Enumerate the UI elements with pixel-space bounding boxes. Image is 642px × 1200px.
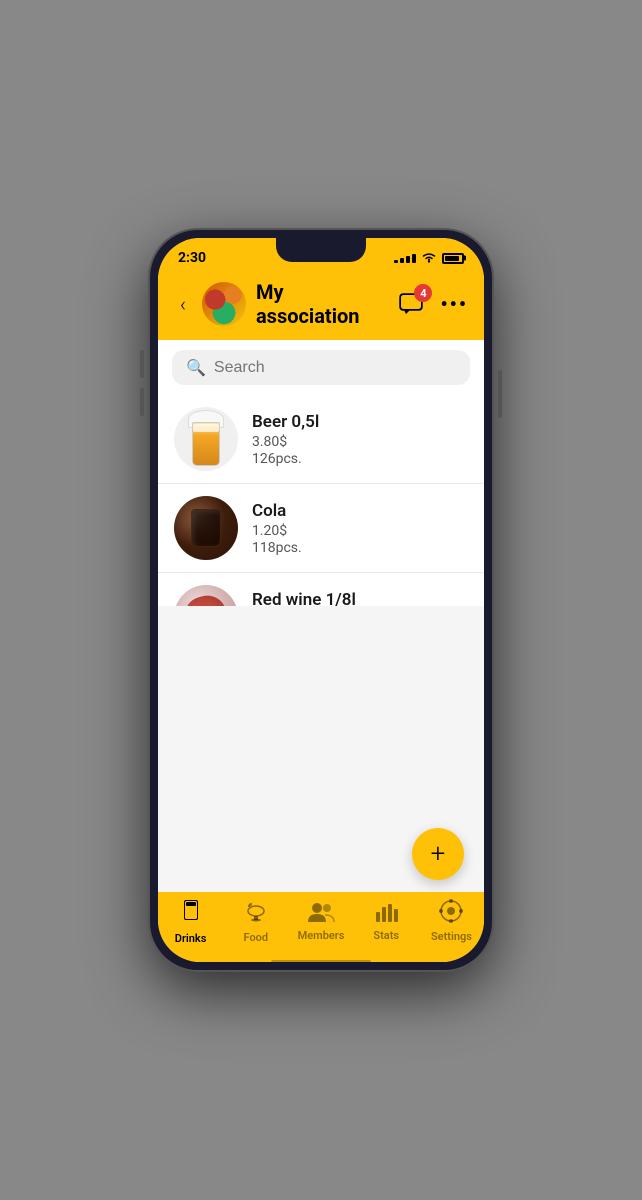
more-button[interactable]: •••	[440, 292, 468, 316]
item-name: Red wine 1/8l	[252, 590, 468, 606]
app-header: ‹ My association 4 •••	[158, 272, 484, 340]
drinks-icon	[180, 898, 202, 929]
nav-label-stats: Stats	[373, 929, 399, 942]
item-info-red-wine: Red wine 1/8l 3.20$ 16pcs.	[252, 590, 468, 606]
item-name: Cola	[252, 501, 468, 521]
item-qty: 126pcs.	[252, 451, 468, 467]
item-price: 1.20$	[252, 523, 468, 539]
search-bar: 🔍	[172, 350, 470, 385]
members-icon	[307, 900, 335, 926]
list-item[interactable]: Cola 1.20$ 118pcs.	[158, 484, 484, 573]
page-title: My association	[256, 280, 386, 328]
nav-label-food: Food	[244, 931, 269, 944]
food-icon	[244, 899, 268, 928]
status-time: 2:30	[178, 250, 206, 266]
nav-item-drinks[interactable]: Drinks	[158, 898, 223, 945]
empty-area	[158, 606, 484, 817]
nav-item-stats[interactable]: Stats	[354, 900, 419, 942]
nav-label-settings: Settings	[431, 930, 472, 943]
list-item[interactable]: Beer 0,5l 3.80$ 126pcs.	[158, 395, 484, 484]
nav-item-members[interactable]: Members	[288, 900, 353, 942]
item-list: Beer 0,5l 3.80$ 126pcs. Cola 1.20$ 118pc…	[158, 395, 484, 606]
settings-icon	[439, 899, 463, 927]
nav-item-settings[interactable]: Settings	[419, 899, 484, 943]
avatar	[202, 282, 246, 326]
item-image-beer	[174, 407, 238, 471]
chat-button[interactable]: 4	[396, 288, 428, 320]
nav-label-members: Members	[298, 929, 345, 942]
search-icon: 🔍	[186, 358, 206, 377]
signal-icon	[394, 254, 416, 263]
home-bar	[271, 960, 371, 962]
bottom-nav: Drinks Food	[158, 892, 484, 962]
wifi-icon	[421, 251, 437, 266]
notification-badge: 4	[414, 284, 432, 302]
status-icons	[394, 251, 464, 266]
battery-icon	[442, 253, 464, 264]
nav-label-drinks: Drinks	[175, 932, 207, 945]
stats-icon	[374, 900, 398, 926]
item-info-cola: Cola 1.20$ 118pcs.	[252, 501, 468, 556]
search-input[interactable]	[214, 359, 456, 377]
item-price: 3.80$	[252, 434, 468, 450]
add-button[interactable]: +	[412, 828, 464, 880]
item-image-cola	[174, 496, 238, 560]
item-image-red-wine	[174, 585, 238, 606]
header-actions: 4 •••	[396, 288, 468, 320]
search-container: 🔍	[158, 340, 484, 395]
item-info-beer: Beer 0,5l 3.80$ 126pcs.	[252, 412, 468, 467]
fab-container: +	[158, 816, 484, 892]
nav-item-food[interactable]: Food	[223, 899, 288, 944]
list-item[interactable]: Red wine 1/8l 3.20$ 16pcs.	[158, 573, 484, 606]
item-qty: 118pcs.	[252, 540, 468, 556]
item-name: Beer 0,5l	[252, 412, 468, 432]
back-button[interactable]: ‹	[174, 290, 192, 318]
